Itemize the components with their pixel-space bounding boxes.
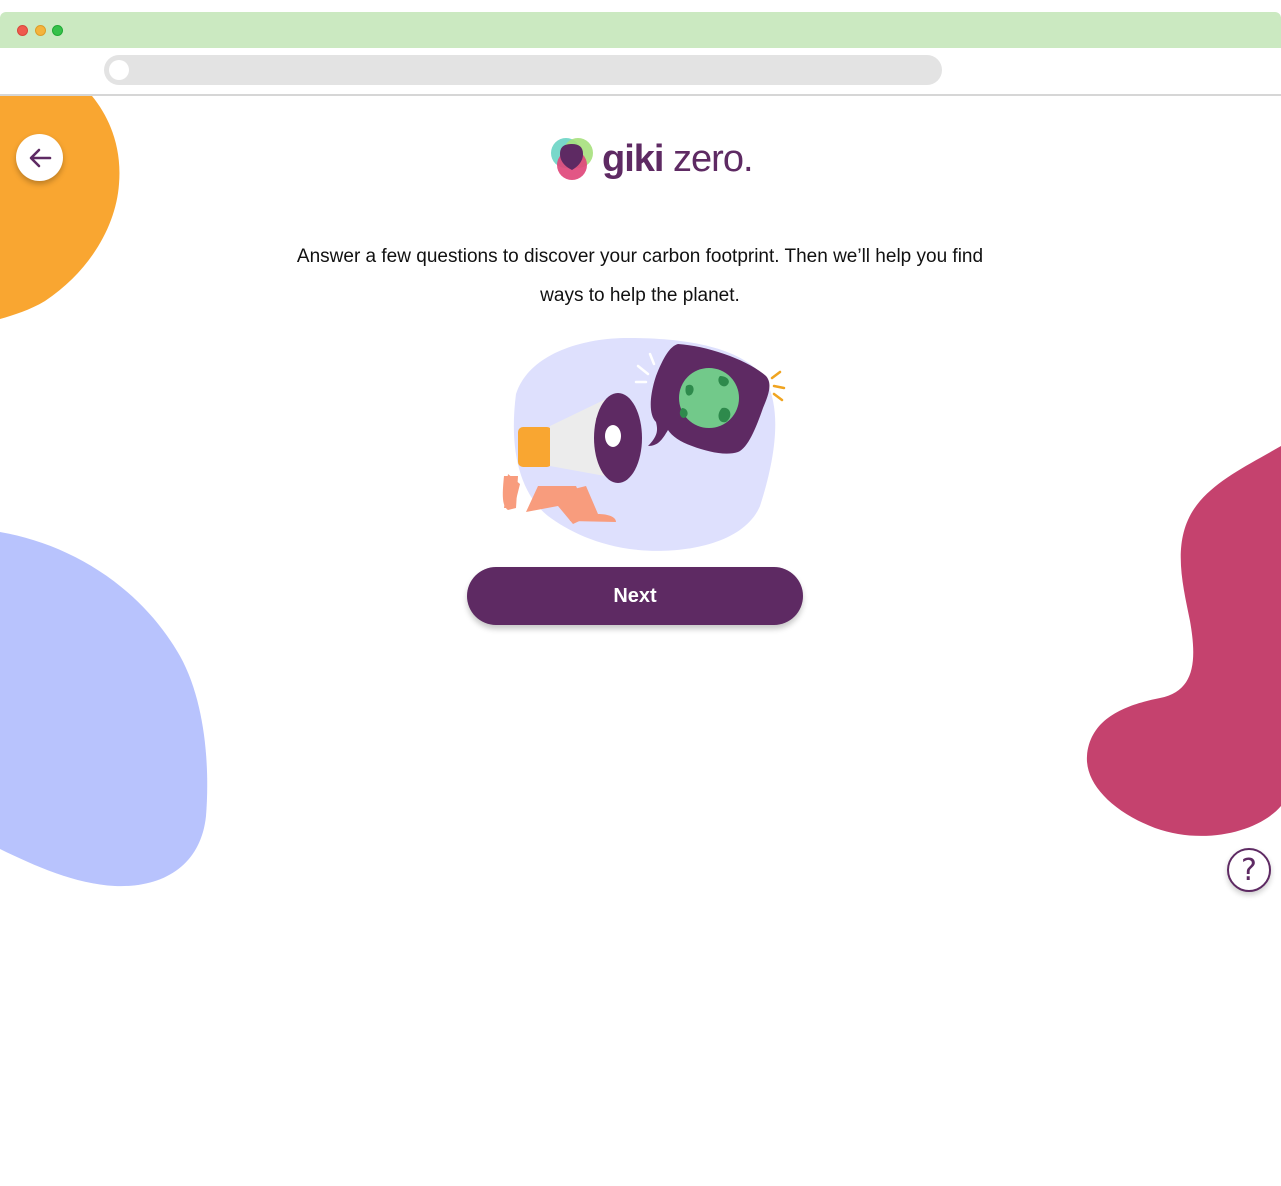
lavender-blob-decoration — [0, 532, 208, 887]
giki-zero-logo: giki zero. — [548, 134, 754, 184]
page-viewport: giki zero. Answer a few questions to dis… — [0, 96, 1281, 1186]
help-button[interactable]: ? — [1227, 848, 1271, 892]
arrow-left-icon — [29, 148, 51, 167]
megaphone-globe-illustration — [502, 338, 786, 551]
address-bar[interactable] — [104, 55, 942, 85]
orange-blob-decoration — [0, 96, 120, 319]
minimize-window-icon[interactable] — [35, 25, 46, 36]
site-info-icon[interactable] — [109, 60, 129, 80]
intro-text: Answer a few questions to discover your … — [296, 246, 984, 306]
browser-toolbar — [0, 48, 1281, 96]
maximize-window-icon[interactable] — [52, 25, 63, 36]
browser-window: giki zero. Answer a few questions to dis… — [0, 0, 1281, 1186]
brand-name: giki zero. — [602, 138, 754, 180]
next-button[interactable]: Next — [467, 567, 803, 625]
pink-blob-decoration — [1086, 446, 1281, 836]
brand-name-bold: giki — [602, 138, 664, 180]
question-mark-icon: ? — [1241, 852, 1257, 888]
brand-name-light: zero. — [663, 138, 754, 180]
giki-logo-icon — [551, 138, 593, 180]
back-button[interactable] — [16, 134, 63, 181]
close-window-icon[interactable] — [17, 25, 28, 36]
window-titlebar — [0, 12, 1281, 48]
